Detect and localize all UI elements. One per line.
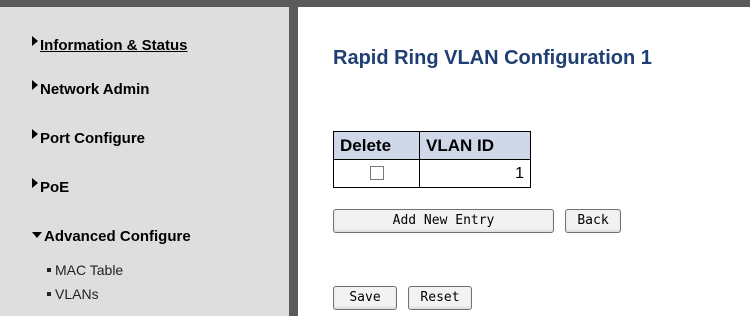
delete-checkbox[interactable] — [369, 166, 384, 181]
sidebar-item-label: Information & Status — [40, 37, 188, 54]
add-new-entry-button[interactable]: Add New Entry — [333, 209, 554, 233]
caret-down-icon — [32, 232, 42, 238]
sidebar-subitem-vlans[interactable]: VLANs — [47, 286, 99, 302]
sidebar-item-port-configure[interactable]: Port Configure — [32, 129, 145, 147]
vlan-table: Delete VLAN ID 1 — [333, 131, 531, 188]
sidebar-item-label: Network Admin — [40, 81, 150, 98]
sidebar-subitem-label: MAC Table — [55, 262, 124, 278]
caret-right-icon — [32, 129, 38, 139]
back-button[interactable]: Back — [565, 209, 621, 233]
top-frame-bar — [0, 0, 750, 7]
delete-cell — [333, 159, 420, 188]
bullet-icon — [47, 292, 51, 296]
sidebar-item-label: PoE — [40, 179, 70, 196]
column-header-vlan-id: VLAN ID — [419, 131, 531, 160]
sidebar-item-advanced-configure[interactable]: Advanced Configure — [32, 228, 191, 245]
caret-right-icon — [32, 178, 38, 188]
sidebar-item-label: Port Configure — [40, 130, 145, 147]
main-content: Rapid Ring VLAN Configuration 1 Delete V… — [298, 7, 750, 316]
sidebar-subitem-label: VLANs — [55, 286, 99, 302]
bullet-icon — [47, 268, 51, 272]
save-button[interactable]: Save — [333, 286, 397, 310]
sidebar-item-network-admin[interactable]: Network Admin — [32, 80, 149, 98]
caret-right-icon — [32, 80, 38, 90]
table-header-row: Delete VLAN ID — [333, 131, 531, 160]
sidebar-item-label: Advanced Configure — [44, 228, 191, 245]
sidebar-subitem-mac-table[interactable]: MAC Table — [47, 262, 123, 278]
sidebar-item-poe[interactable]: PoE — [32, 178, 69, 196]
frame-divider — [289, 7, 298, 316]
vlan-id-cell: 1 — [419, 159, 531, 188]
caret-right-icon — [32, 36, 38, 46]
page-title: Rapid Ring VLAN Configuration 1 — [333, 47, 652, 69]
reset-button[interactable]: Reset — [408, 286, 472, 310]
table-row: 1 — [333, 159, 531, 188]
sidebar: Information & Status Network Admin Port … — [0, 7, 289, 316]
sidebar-item-information-status[interactable]: Information & Status — [32, 36, 188, 54]
column-header-delete: Delete — [333, 131, 420, 160]
